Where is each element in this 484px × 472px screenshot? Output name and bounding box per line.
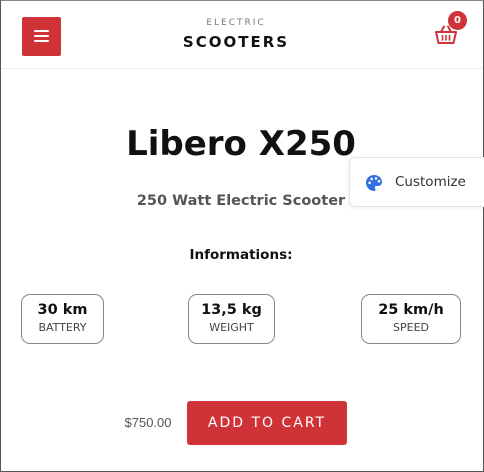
- spec-weight-card: 13,5 kg WEIGHT: [188, 294, 275, 344]
- logo-small-text: ELECTRIC: [206, 18, 266, 28]
- menu-icon-bar: [34, 30, 49, 32]
- site-header: ELECTRIC SCOOTERS: [1, 1, 483, 69]
- customize-button[interactable]: Customize: [349, 157, 484, 207]
- spec-battery-value: 30 km: [37, 302, 88, 318]
- hamburger-menu-button[interactable]: [22, 17, 61, 56]
- spec-battery-card: 30 km BATTERY: [21, 294, 104, 344]
- product-price: $750.00: [124, 415, 172, 430]
- spec-speed-label: SPEED: [393, 321, 429, 334]
- spec-weight-value: 13,5 kg: [201, 302, 262, 318]
- spec-speed-card: 25 km/h SPEED: [361, 294, 461, 344]
- spec-battery-label: BATTERY: [38, 321, 87, 334]
- informations-heading: Informations:: [189, 247, 293, 263]
- site-logo[interactable]: ELECTRIC SCOOTERS: [161, 18, 311, 52]
- menu-icon-bar: [34, 40, 49, 42]
- customize-label: Customize: [395, 174, 466, 190]
- spec-weight-label: WEIGHT: [209, 321, 254, 334]
- menu-icon-bar: [34, 35, 49, 37]
- palette-icon: [366, 175, 382, 191]
- spec-speed-value: 25 km/h: [378, 302, 444, 318]
- logo-main-text: SCOOTERS: [182, 33, 290, 51]
- cart-count-badge: 0: [448, 11, 467, 30]
- add-to-cart-button[interactable]: ADD TO CART: [187, 401, 347, 445]
